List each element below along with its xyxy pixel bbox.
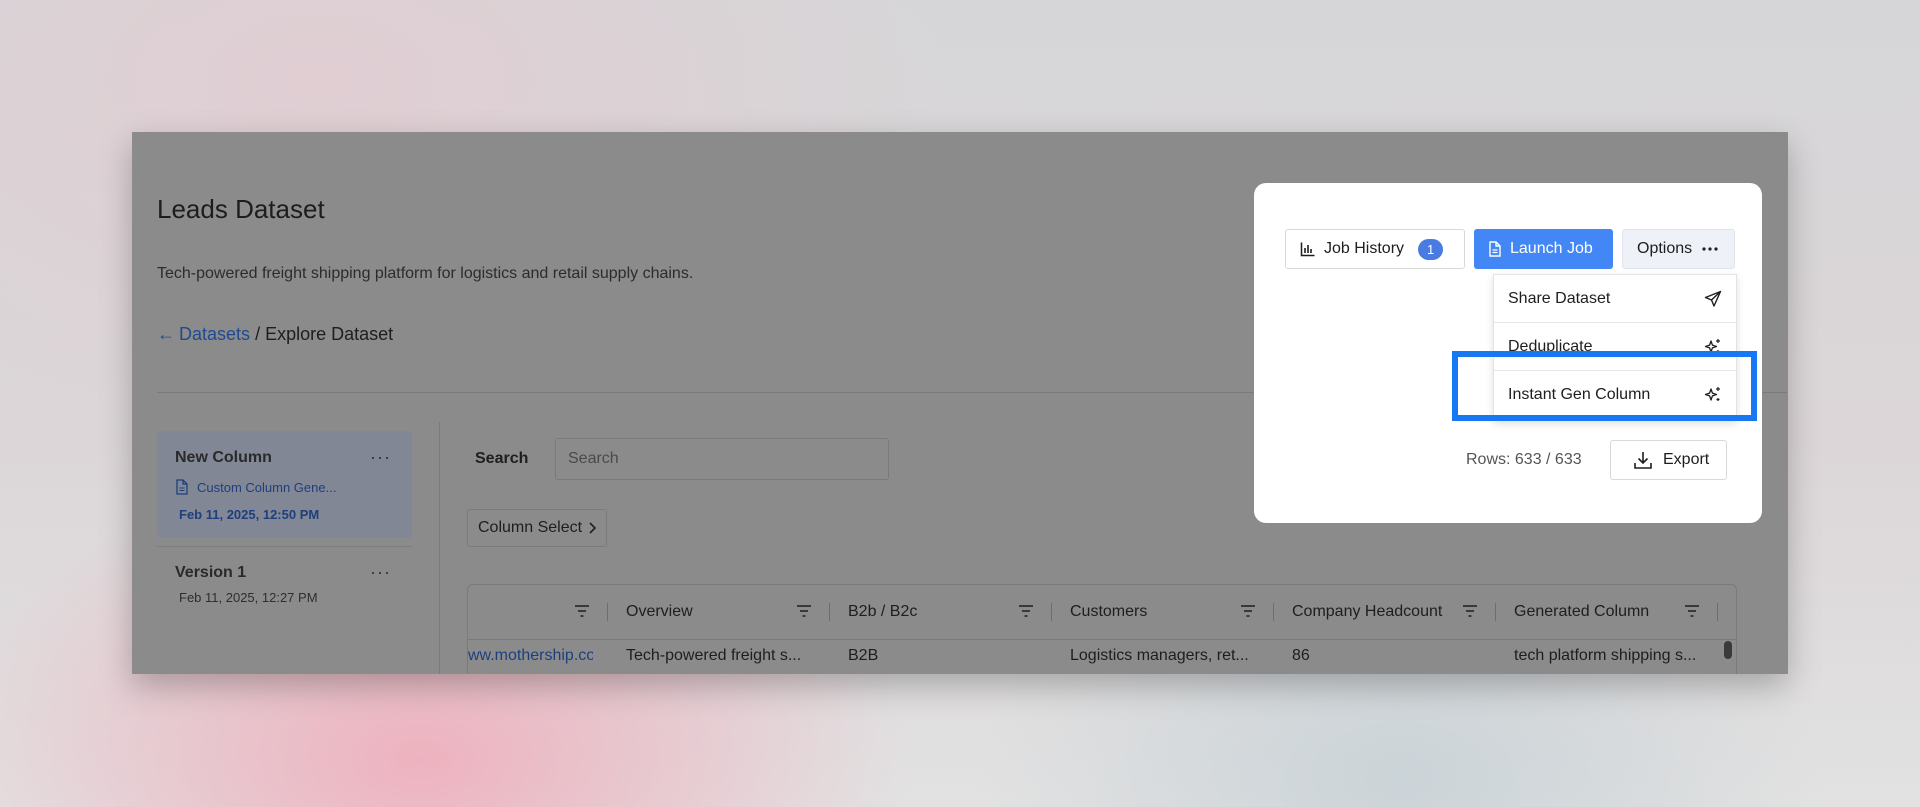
more-options-icon[interactable]: ··· xyxy=(370,447,391,468)
launch-job-label: Launch Job xyxy=(1510,240,1593,257)
search-label: Search xyxy=(475,450,529,467)
export-button[interactable]: Export xyxy=(1610,440,1727,480)
rows-count: Rows: 633 / 633 xyxy=(1466,451,1582,468)
filter-icon[interactable] xyxy=(796,605,812,617)
column-header-b2b-b2c[interactable]: B2b / B2c xyxy=(830,585,1052,639)
version-item-version-1[interactable]: Version 1 ··· Feb 11, 2025, 12:27 PM xyxy=(157,550,412,620)
table-cell: Logistics managers, ret... xyxy=(1070,647,1249,664)
table-cell: B2B xyxy=(848,647,879,664)
table-cell: tech platform shipping s... xyxy=(1514,647,1697,664)
sidebar-divider xyxy=(439,422,440,674)
table-cell-website-link[interactable]: ww.mothership.co xyxy=(468,641,593,671)
chevron-right-icon xyxy=(588,522,597,534)
bar-chart-icon xyxy=(1300,241,1316,257)
version-date: Feb 11, 2025, 12:27 PM xyxy=(179,590,318,605)
options-label: Options xyxy=(1637,240,1693,257)
breadcrumb-current: Explore Dataset xyxy=(265,324,394,344)
column-header-company-headcount[interactable]: Company Headcount xyxy=(1274,585,1496,639)
version-title: Version 1 xyxy=(175,564,247,581)
download-icon xyxy=(1633,450,1653,470)
version-date: Feb 11, 2025, 12:50 PM xyxy=(179,507,320,522)
send-icon xyxy=(1704,290,1722,308)
filter-icon[interactable] xyxy=(1018,605,1034,617)
filter-icon[interactable] xyxy=(1462,605,1478,617)
arrow-left-icon: ← xyxy=(157,324,175,344)
version-divider xyxy=(157,546,412,547)
document-icon xyxy=(1488,241,1502,257)
version-item-new-column[interactable]: New Column ··· Custom Column Gene... Feb… xyxy=(157,431,412,538)
breadcrumb-datasets-link[interactable]: Datasets xyxy=(179,324,250,344)
more-options-icon[interactable]: ··· xyxy=(370,562,391,583)
job-history-button[interactable]: Job History 1 xyxy=(1285,229,1465,269)
menu-item-share-dataset[interactable]: Share Dataset xyxy=(1494,275,1736,323)
filter-icon[interactable] xyxy=(574,605,590,617)
column-header-generated-column[interactable]: Generated Column xyxy=(1496,585,1718,639)
table-cell: 86 xyxy=(1292,647,1310,664)
job-history-label: Job History xyxy=(1324,240,1405,257)
data-table: Overview B2b / B2c Customers Company Hea… xyxy=(467,584,1737,674)
column-header-overview[interactable]: Overview xyxy=(608,585,830,639)
highlight-box xyxy=(1452,351,1757,421)
toolbar-popover: Job History 1 Launch Job Options Share D… xyxy=(1254,183,1762,523)
version-subtitle: Custom Column Gene... xyxy=(197,480,337,495)
export-label: Export xyxy=(1663,451,1710,468)
column-select-button[interactable]: Column Select xyxy=(467,509,608,547)
more-horizontal-icon xyxy=(1702,247,1718,251)
column-header-website[interactable] xyxy=(468,585,608,639)
table-scrollbar[interactable] xyxy=(1724,641,1732,659)
page-title: Leads Dataset xyxy=(157,194,325,224)
job-count-badge: 1 xyxy=(1418,238,1444,260)
search-input[interactable] xyxy=(556,439,888,479)
launch-job-button[interactable]: Launch Job xyxy=(1474,229,1613,269)
breadcrumb: ← Datasets / Explore Dataset xyxy=(157,324,393,345)
document-icon xyxy=(175,479,189,495)
version-title: New Column xyxy=(175,449,272,466)
search-field[interactable] xyxy=(555,438,889,480)
column-header-customers[interactable]: Customers xyxy=(1052,585,1274,639)
column-select-label: Column Select xyxy=(478,519,583,536)
page-description: Tech-powered freight shipping platform f… xyxy=(157,265,694,282)
breadcrumb-separator: / xyxy=(255,324,261,344)
table-cell: Tech-powered freight s... xyxy=(626,647,802,664)
filter-icon[interactable] xyxy=(1684,605,1700,617)
table-header: Overview B2b / B2c Customers Company Hea… xyxy=(468,585,1736,640)
filter-icon[interactable] xyxy=(1240,605,1256,617)
options-button[interactable]: Options xyxy=(1622,229,1735,269)
